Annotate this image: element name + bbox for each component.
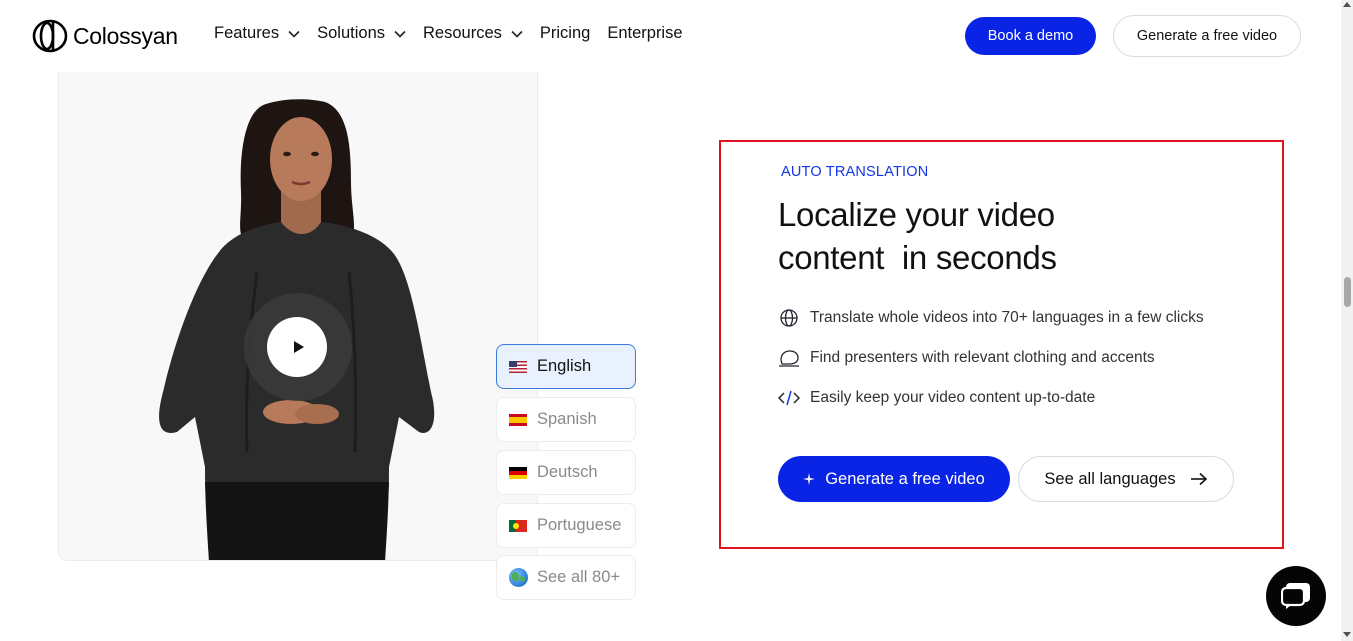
section-headline: Localize your video content in seconds [778, 193, 1238, 279]
page-scrollbar[interactable] [1341, 0, 1353, 641]
feature-text: Translate whole videos into 70+ language… [810, 309, 1204, 326]
scroll-up-arrow-icon[interactable] [1343, 2, 1351, 7]
lang-label: Deutsch [537, 463, 598, 481]
nav-pricing[interactable]: Pricing [540, 24, 590, 43]
lang-option-see-all[interactable]: See all 80+ [496, 555, 636, 600]
feature-text: Easily keep your video content up-to-dat… [810, 389, 1096, 406]
globe-outline-icon [778, 307, 800, 329]
scroll-down-arrow-icon[interactable] [1343, 632, 1351, 637]
lang-label: Spanish [537, 410, 597, 428]
presenter-icon [778, 347, 800, 369]
nav-resources-label: Resources [423, 24, 502, 42]
chevron-down-icon [511, 30, 523, 38]
headline-line-1: Localize your video [778, 196, 1055, 233]
colossyan-logo-icon [32, 19, 68, 53]
portugal-flag-icon [509, 519, 527, 532]
lang-option-english[interactable]: English [496, 344, 636, 389]
book-demo-button[interactable]: Book a demo [965, 17, 1096, 55]
nav-features[interactable]: Features [214, 24, 300, 43]
see-all-languages-button[interactable]: See all languages [1018, 456, 1234, 502]
chevron-down-icon [394, 30, 406, 38]
chevron-down-icon [288, 30, 300, 38]
code-icon [778, 387, 800, 409]
logo-text: Colossyan [73, 22, 178, 49]
lang-label: English [537, 357, 592, 375]
lang-option-spanish[interactable]: Spanish [496, 397, 636, 442]
lang-option-portuguese[interactable]: Portuguese [496, 503, 636, 548]
feature-bullet: Translate whole videos into 70+ language… [778, 307, 1204, 329]
play-icon [293, 341, 304, 353]
nav-solutions-label: Solutions [317, 24, 386, 42]
us-flag-icon [509, 360, 527, 373]
sparkle-icon [803, 473, 816, 485]
site-header: Colossyan Features Solutions Resources P… [0, 0, 1341, 72]
lang-option-deutsch[interactable]: Deutsch [496, 450, 636, 495]
nav-features-label: Features [214, 24, 280, 42]
video-preview-card [58, 72, 538, 561]
see-all-languages-label: See all languages [1044, 469, 1176, 488]
section-eyebrow: AUTO TRANSLATION [781, 164, 929, 180]
arrow-right-icon [1190, 472, 1207, 486]
play-video-button[interactable] [267, 317, 327, 377]
generate-free-video-button[interactable]: Generate a free video [778, 456, 1010, 502]
nav-solutions[interactable]: Solutions [317, 24, 406, 43]
lang-label: Portuguese [537, 516, 622, 534]
nav-resources[interactable]: Resources [423, 24, 523, 43]
logo[interactable]: Colossyan [32, 19, 178, 53]
header-generate-free-video-button[interactable]: Generate a free video [1113, 15, 1301, 57]
germany-flag-icon [509, 466, 527, 479]
chat-bubble-icon [1281, 583, 1310, 609]
globe-icon [509, 568, 528, 587]
spain-flag-icon [509, 413, 527, 426]
nav-enterprise-label: Enterprise [607, 24, 683, 42]
nav-enterprise[interactable]: Enterprise [607, 24, 682, 43]
chat-support-button[interactable] [1266, 566, 1326, 626]
nav-pricing-label: Pricing [539, 24, 591, 42]
generate-free-video-label: Generate a free video [825, 469, 985, 488]
main-nav: Features Solutions Resources Pricing Ent… [214, 24, 700, 43]
feature-text: Find presenters with relevant clothing a… [810, 349, 1155, 366]
scrollbar-thumb[interactable] [1344, 277, 1351, 307]
feature-bullet: Find presenters with relevant clothing a… [778, 347, 1155, 369]
headline-line-2: content in seconds [778, 239, 1057, 276]
feature-bullet: Easily keep your video content up-to-dat… [778, 387, 1095, 409]
lang-label: See all 80+ [537, 568, 621, 586]
